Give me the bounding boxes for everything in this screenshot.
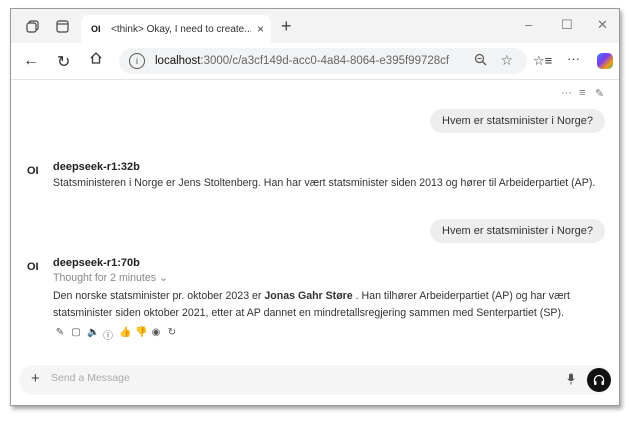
message-actions: ✎ ▢ 🔈 ⓘ 👍 👎 ◉ ↻ xyxy=(55,327,177,342)
active-tab[interactable]: OI <think> Okay, I need to create... × xyxy=(81,15,271,43)
tab-favicon: OI xyxy=(91,24,101,34)
url-text[interactable]: localhost:3000/c/a3cf149d-acc0-4a84-8064… xyxy=(155,55,449,67)
refresh-icon[interactable]: ↻ xyxy=(57,52,70,72)
message-input[interactable] xyxy=(51,372,531,384)
edit-icon[interactable]: ✎ xyxy=(55,327,65,342)
thought-toggle[interactable]: Thought for 2 minutes ⌄ xyxy=(53,272,168,284)
user-message-bubble: Hvem er statsminister i Norge? xyxy=(430,219,605,243)
add-attachment-button[interactable]: + xyxy=(31,370,40,387)
url-host: localhost xyxy=(155,55,201,67)
zoom-icon[interactable] xyxy=(474,53,487,69)
thumbs-up-icon[interactable]: 👍 xyxy=(119,327,131,342)
url-path: :3000/c/a3cf149d-acc0-4a84-8064-e395f997… xyxy=(200,55,450,67)
home-icon[interactable] xyxy=(89,51,103,70)
workspaces-icon[interactable] xyxy=(23,17,41,35)
chevron-down-icon: ⌄ xyxy=(159,272,168,284)
model-name: deepseek-r1:70b xyxy=(53,257,140,269)
tab-title: <think> Okay, I need to create... xyxy=(111,23,251,35)
title-bar: OI <think> Okay, I need to create... × +… xyxy=(11,9,619,43)
browser-window: OI <think> Okay, I need to create... × +… xyxy=(10,8,620,406)
user-message-bubble: Hvem er statsminister i Norge? xyxy=(430,109,605,133)
back-icon[interactable]: ← xyxy=(23,52,39,70)
thumbs-down-icon[interactable]: 👎 xyxy=(135,327,147,342)
model-name: deepseek-r1:32b xyxy=(53,161,140,173)
copy-icon[interactable]: ▢ xyxy=(71,327,81,342)
continue-icon[interactable]: ◉ xyxy=(151,327,161,342)
answer-highlight: Jonas Gahr Støre xyxy=(264,290,353,302)
headphones-icon xyxy=(593,374,605,385)
site-info-icon[interactable]: i xyxy=(129,53,145,69)
assistant-message-text: Statsministeren i Norge er Jens Stoltenb… xyxy=(53,177,596,189)
favorites-icon[interactable]: ☆≡ xyxy=(533,53,552,69)
regenerate-icon[interactable]: ↻ xyxy=(167,327,177,342)
assistant-avatar: OI xyxy=(27,261,39,273)
tab-actions-icon[interactable] xyxy=(53,17,71,35)
message-input-bar: + xyxy=(19,365,611,395)
maximize-button[interactable]: ☐ xyxy=(561,17,573,33)
microphone-icon[interactable] xyxy=(567,373,575,388)
copilot-icon[interactable] xyxy=(597,53,613,69)
speaker-icon[interactable]: 🔈 xyxy=(87,327,99,342)
assistant-avatar: OI xyxy=(27,165,39,177)
navigation-bar: ← ↻ i localhost:3000/c/a3cf149d-acc0-4a8… xyxy=(11,43,619,80)
controls-icon[interactable]: ≡ xyxy=(579,87,585,99)
more-options-icon[interactable]: ··· xyxy=(561,87,572,99)
new-chat-icon[interactable]: ✎ xyxy=(595,87,604,100)
close-window-button[interactable]: ✕ xyxy=(597,17,608,33)
info-icon[interactable]: ⓘ xyxy=(103,327,113,342)
minimize-button[interactable]: – xyxy=(525,17,532,32)
chat-area: ··· ≡ ✎ Hvem er statsminister i Norge? O… xyxy=(11,79,619,405)
voice-mode-button[interactable] xyxy=(587,368,611,392)
address-bar[interactable]: i localhost:3000/c/a3cf149d-acc0-4a84-80… xyxy=(119,48,527,74)
more-menu-icon[interactable]: ··· xyxy=(567,51,580,66)
answer-text-start: Den norske statsminister pr. oktober 202… xyxy=(53,290,265,302)
assistant-message-text: Den norske statsminister pr. oktober 202… xyxy=(53,288,603,322)
thought-label: Thought for 2 minutes xyxy=(53,272,157,284)
new-tab-button[interactable]: + xyxy=(281,16,292,37)
tab-close-icon[interactable]: × xyxy=(257,22,264,36)
favorite-star-icon[interactable]: ☆ xyxy=(500,52,513,69)
